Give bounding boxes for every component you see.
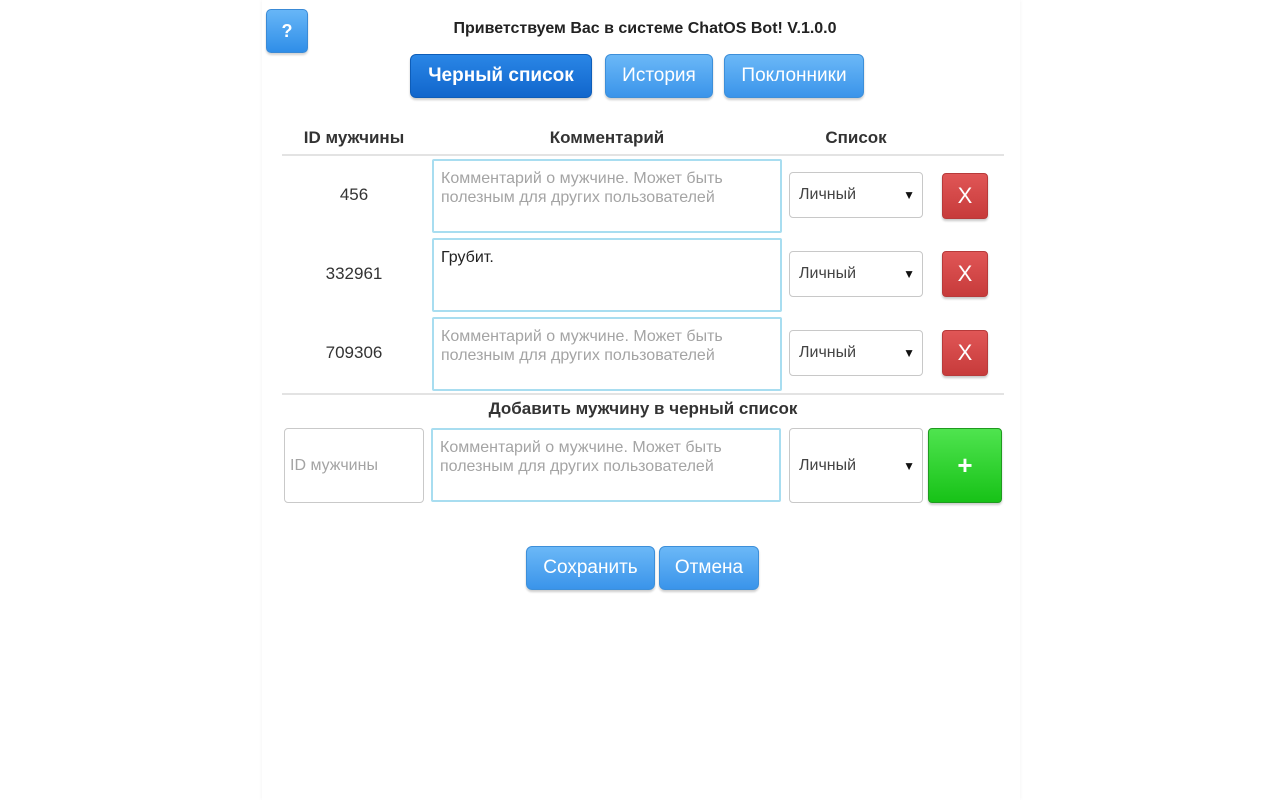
triangle-down-icon: ▼ (903, 188, 915, 202)
row-comment-input[interactable] (432, 317, 782, 391)
add-button[interactable]: + (928, 428, 1002, 503)
column-header-list: Список (825, 128, 887, 147)
tab-fans[interactable]: Поклонники (724, 54, 864, 98)
row-comment-input[interactable] (432, 238, 782, 312)
add-comment-input[interactable] (431, 428, 781, 502)
tab-bar: Черный список История Поклонники (0, 54, 1280, 98)
header-divider (282, 154, 1004, 156)
row-list-value: Личный (799, 265, 857, 282)
add-list-select[interactable]: Личный ▼ (789, 428, 923, 503)
delete-row-button[interactable]: X (942, 173, 988, 219)
row-list-select[interactable]: Личный ▼ (789, 251, 923, 297)
row-id-value: 456 (339, 185, 369, 204)
add-form-title: Добавить мужчину в черный список (488, 399, 798, 418)
delete-row-button[interactable]: X (942, 251, 988, 297)
tab-history[interactable]: История (605, 54, 713, 98)
triangle-down-icon: ▼ (903, 458, 915, 473)
tab-blacklist[interactable]: Черный список (410, 54, 592, 98)
column-header-id: ID мужчины (303, 128, 405, 147)
row-comment-input[interactable] (432, 159, 782, 233)
help-button[interactable]: ? (266, 9, 308, 53)
cancel-button[interactable]: Отмена (659, 546, 759, 590)
row-list-value: Личный (799, 186, 857, 203)
row-id-value: 709306 (325, 343, 383, 362)
column-header-comment: Комментарий (549, 128, 665, 147)
row-list-value: Личный (799, 344, 857, 361)
row-list-select[interactable]: Личный ▼ (789, 330, 923, 376)
triangle-down-icon: ▼ (903, 346, 915, 360)
add-list-value: Личный (799, 456, 857, 474)
row-id-value: 332961 (325, 264, 383, 283)
table-divider (282, 393, 1004, 395)
add-id-input[interactable] (284, 428, 424, 503)
save-button[interactable]: Сохранить (526, 546, 655, 590)
welcome-title: Приветствуем Вас в системе ChatOS Bot! V… (453, 20, 837, 37)
delete-row-button[interactable]: X (942, 330, 988, 376)
row-list-select[interactable]: Личный ▼ (789, 172, 923, 218)
triangle-down-icon: ▼ (903, 267, 915, 281)
